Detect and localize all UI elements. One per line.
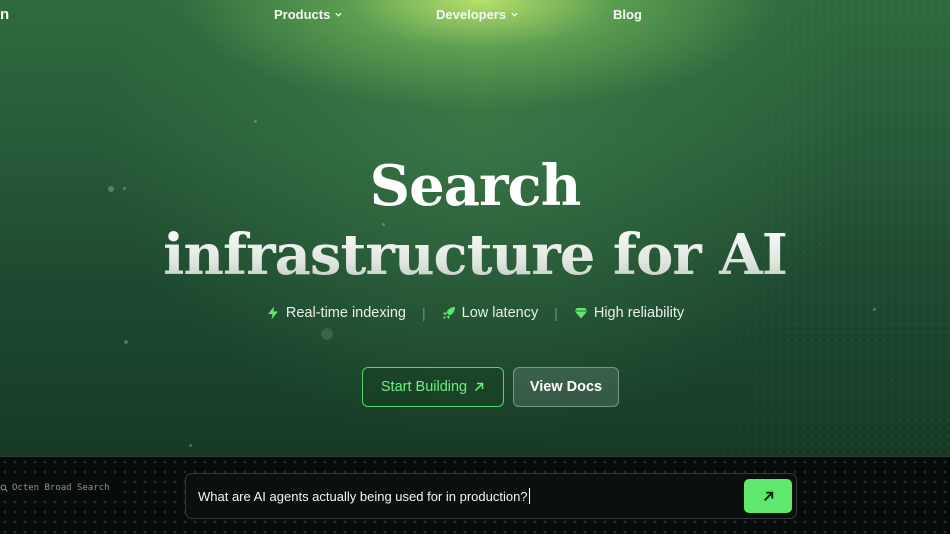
logo[interactable]: n (0, 6, 9, 23)
particle (321, 328, 333, 340)
search-input[interactable]: What are AI agents actually being used f… (198, 474, 738, 518)
nav-item-blog[interactable]: Blog (613, 7, 642, 22)
arrow-up-right-icon (475, 382, 484, 392)
particle (189, 444, 192, 447)
nav-item-developers[interactable]: Developers (436, 7, 519, 22)
chevron-down-icon (335, 12, 342, 17)
nav-item-label: Blog (613, 7, 642, 22)
nav-item-label: Products (274, 7, 331, 22)
particle (124, 340, 128, 344)
feature-label: High reliability (593, 305, 685, 321)
hero-title-line2: infrastructure for AI (0, 222, 950, 288)
view-docs-button[interactable]: View Docs (513, 367, 619, 407)
feature-realtime-indexing: Real-time indexing (266, 305, 406, 321)
hero-section: n Products Developers Blog Search infras… (0, 0, 950, 456)
text-caret (528, 488, 530, 504)
nav-item-products[interactable]: Products (274, 7, 343, 22)
search-mode-text: Octen Broad Search (12, 483, 110, 493)
nav-item-label: Developers (436, 7, 507, 22)
lightning-bolt-icon (267, 306, 278, 320)
feature-separator: | (554, 305, 558, 321)
hero-title-line1: Search (369, 153, 582, 219)
feature-separator: | (421, 305, 426, 321)
start-building-button[interactable]: Start Building (362, 367, 504, 407)
arrow-up-right-icon (763, 491, 773, 501)
feature-low-latency: Low latency (442, 305, 539, 321)
top-nav: n Products Developers Blog (0, 0, 950, 30)
chevron-down-icon (511, 12, 518, 17)
rocket-icon (442, 307, 455, 319)
particle (254, 120, 257, 123)
search-icon (0, 484, 8, 492)
feature-high-reliability: High reliability (574, 305, 684, 321)
search-box: What are AI agents actually being used f… (185, 473, 797, 519)
search-mode-label: Octen Broad Search (0, 477, 120, 499)
start-building-label: Start Building (380, 379, 468, 395)
feature-label: Low latency (461, 305, 539, 321)
search-submit-button[interactable] (744, 479, 792, 513)
search-input-value: What are AI agents actually being used f… (198, 488, 528, 504)
search-panel: Octen Broad Search What are AI agents ac… (0, 456, 950, 534)
feature-list: Real-time indexing | Low latency | High … (0, 305, 950, 321)
feature-label: Real-time indexing (285, 305, 406, 321)
diamond-icon (574, 308, 588, 319)
